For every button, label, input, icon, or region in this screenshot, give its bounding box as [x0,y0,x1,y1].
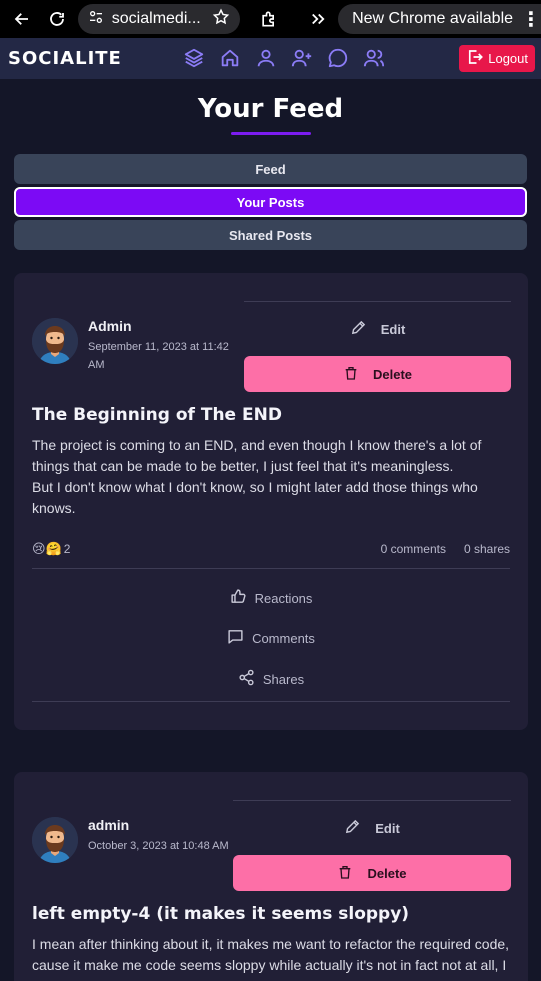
reaction-count: 2 [63,542,71,556]
avatar[interactable] [32,817,78,863]
comments-label: Comments [252,630,315,646]
site-info-icon[interactable] [88,9,104,30]
trash-icon [337,864,353,883]
shares-button[interactable]: Shares [14,669,528,689]
edit-label: Edit [375,820,400,836]
tab-your-posts[interactable]: Your Posts [14,187,527,217]
divider [32,568,510,569]
post-body-line: But I don't know what I don't know, so I… [32,479,478,516]
post-owner-actions: Edit Delete [233,800,511,891]
edit-label: Edit [380,321,406,337]
users-icon[interactable] [362,42,385,74]
brand-logo[interactable]: SOCIALITE [8,48,122,69]
update-label: New Chrome available [352,10,514,27]
nav-icons [182,42,385,74]
feed-tabs: Feed Your Posts Shared Posts [14,154,527,250]
comment-count[interactable]: 0 comments [381,542,446,556]
chevron-double-right-icon[interactable] [303,4,332,34]
user-icon[interactable] [254,42,277,74]
chat-icon[interactable] [326,42,349,74]
post-body: The project is coming to an END, and eve… [32,435,510,519]
author-name[interactable]: admin [88,817,238,833]
pencil-icon [344,818,361,838]
divider [32,701,510,702]
home-icon[interactable] [218,42,241,74]
post-body-line: The project is coming to an END, and eve… [32,437,482,474]
comments-button[interactable]: Comments [14,628,528,648]
trash-icon [343,365,359,384]
logout-icon [466,48,484,69]
add-user-icon[interactable] [290,42,313,74]
shares-label: Shares [262,671,305,687]
post-author: Admin September 11, 2023 at 11:42 AM [32,318,238,374]
post-author: admin October 3, 2023 at 10:48 AM [32,817,238,863]
reaction-emojis[interactable]: 😢🤗 [32,541,62,557]
thumbs-up-icon [230,588,247,608]
delete-label: Delete [372,366,413,382]
post-body-line: I mean after thinking about it, it makes… [32,936,510,973]
avatar[interactable] [32,318,78,364]
back-arrow-icon[interactable] [8,4,37,34]
browser-toolbar: socialmedi... New Chrome available ⋮ [0,0,541,38]
post-title: left empty-4 (it makes it seems sloppy) [32,904,410,924]
delete-label: Delete [367,865,407,881]
layers-icon[interactable] [182,42,205,74]
share-count[interactable]: 0 shares [464,542,510,556]
page-title: Your Feed [197,94,344,124]
delete-button[interactable]: Delete [233,855,511,891]
logout-button[interactable]: Logout [459,45,535,72]
reactions-label: Reactions [254,590,313,606]
edit-button[interactable]: Edit [233,801,511,855]
post-card: admin October 3, 2023 at 10:48 AM Edit D… [14,772,528,981]
post-title: The Beginning of The END [32,405,282,425]
address-bar[interactable]: socialmedi... [77,4,241,34]
more-vertical-icon[interactable]: ⋮ [521,7,541,32]
author-name[interactable]: Admin [88,318,238,334]
reactions-button[interactable]: Reactions [14,588,528,608]
extensions-icon[interactable] [254,4,283,34]
pencil-icon [350,319,367,339]
delete-button[interactable]: Delete [244,356,511,392]
url-text: socialmedi... [111,10,201,27]
star-icon[interactable] [212,8,230,31]
title-underline [230,132,311,135]
tab-feed[interactable]: Feed [14,154,527,184]
logout-label: Logout [488,51,528,66]
post-body: I mean after thinking about it, it makes… [32,934,510,976]
reload-icon[interactable] [43,4,72,34]
post-date: October 3, 2023 at 10:48 AM [88,840,229,852]
comment-icon [227,628,244,648]
app-navbar: SOCIALITE Logout [0,38,541,79]
post-card: Admin September 11, 2023 at 11:42 AM Edi… [14,273,528,730]
edit-button[interactable]: Edit [244,302,511,356]
tab-shared-posts[interactable]: Shared Posts [14,220,527,250]
chrome-update-button[interactable]: New Chrome available ⋮ [338,4,541,34]
post-stats: 😢🤗 2 0 comments 0 shares [32,540,510,558]
post-date: September 11, 2023 at 11:42 AM [88,341,229,371]
post-owner-actions: Edit Delete [244,301,511,392]
share-icon [238,669,255,689]
